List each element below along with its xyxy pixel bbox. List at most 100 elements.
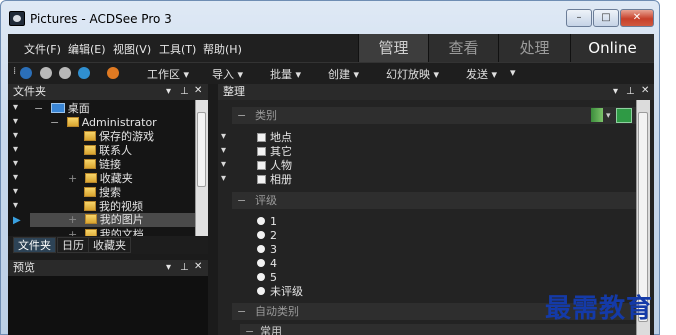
- pane-splitter[interactable]: [208, 84, 218, 335]
- back-icon[interactable]: [40, 67, 52, 79]
- watermark-text: 最需教育: [545, 294, 654, 324]
- up-icon[interactable]: [78, 67, 90, 79]
- radio-icon: [257, 231, 265, 239]
- tab-folders[interactable]: 文件夹: [13, 237, 56, 253]
- radio-icon: [257, 273, 265, 281]
- rating-1-radio[interactable]: 1: [257, 215, 277, 228]
- batch-menu[interactable]: 批量 ▾: [270, 66, 301, 82]
- folder-icon: [84, 159, 96, 169]
- pin-icon[interactable]: ▾: [221, 131, 226, 142]
- mode-process-tab[interactable]: 处理: [498, 34, 570, 62]
- send-menu[interactable]: 发送 ▾: [466, 66, 497, 82]
- collapse-icon: −: [245, 325, 255, 335]
- tree-item-desktop[interactable]: − 桌面: [34, 102, 90, 115]
- categories-section-header[interactable]: − 类别: [232, 107, 636, 124]
- slideshow-menu[interactable]: 幻灯放映 ▾: [386, 66, 439, 82]
- window-title: Pictures - ACDSee Pro 3: [30, 12, 172, 26]
- pin-icon[interactable]: ▾: [13, 172, 18, 183]
- tree-item-contacts[interactable]: 联系人: [84, 144, 132, 157]
- preview-pane-title: 预览: [13, 261, 35, 274]
- refresh-icon[interactable]: [107, 67, 119, 79]
- organize-pane-header: 整理: [218, 84, 654, 100]
- folder-icon: [84, 201, 96, 211]
- organize-pane-title: 整理: [223, 85, 245, 98]
- tree-item-videos[interactable]: 我的视频: [84, 200, 143, 213]
- tab-calendar[interactable]: 日历: [57, 237, 89, 253]
- minimize-button[interactable]: –: [566, 9, 592, 27]
- tree-item-documents[interactable]: + 我的文档: [68, 228, 144, 236]
- toolbar-overflow-button[interactable]: ▾: [510, 66, 516, 79]
- common-subsection-header[interactable]: − 常用: [240, 324, 636, 335]
- menu-view[interactable]: 视图(V): [113, 41, 151, 57]
- menu-edit[interactable]: 编辑(E): [68, 41, 106, 57]
- tree-item-favorites[interactable]: + 收藏夹: [68, 172, 133, 185]
- pin-icon[interactable]: ▾: [13, 158, 18, 169]
- mode-manage-tab[interactable]: 管理: [358, 34, 428, 62]
- add-category-icon[interactable]: [616, 108, 632, 123]
- radio-icon: [257, 259, 265, 267]
- import-menu[interactable]: 导入 ▾: [212, 66, 243, 82]
- folder-icon: [84, 145, 96, 155]
- folders-pane-title: 文件夹: [13, 85, 46, 98]
- chevron-down-icon[interactable]: ▾: [606, 111, 611, 121]
- rating-unrated-radio[interactable]: 未评级: [257, 285, 303, 298]
- tree-item-pictures[interactable]: + 我的图片: [30, 213, 195, 227]
- user-folder-icon: [66, 117, 79, 127]
- rating-2-radio[interactable]: 2: [257, 229, 277, 242]
- mode-view-tab[interactable]: 查看: [428, 34, 498, 62]
- menu-file[interactable]: 文件(F): [24, 41, 61, 57]
- close-button[interactable]: ✕: [620, 9, 654, 27]
- mode-online-tab[interactable]: Online: [570, 34, 654, 62]
- tree-item-links[interactable]: 链接: [84, 158, 121, 171]
- pin-icon[interactable]: ▾: [13, 116, 18, 127]
- pin-icon[interactable]: ▾: [221, 173, 226, 184]
- tree-item-search[interactable]: 搜索: [84, 186, 121, 199]
- checkbox-icon: [257, 147, 266, 156]
- rating-3-radio[interactable]: 3: [257, 243, 277, 256]
- collapse-icon: −: [237, 194, 247, 207]
- workspace-menu[interactable]: 工作区 ▾: [147, 66, 189, 82]
- pin-icon[interactable]: ▾: [13, 130, 18, 141]
- pin-icon[interactable]: ▾: [221, 159, 226, 170]
- pane-menu-icon[interactable]: ▾: [613, 86, 618, 97]
- forward-icon[interactable]: [59, 67, 71, 79]
- menu-tools[interactable]: 工具(T): [159, 41, 196, 57]
- desktop-icon: [50, 103, 65, 113]
- tab-favorites[interactable]: 收藏夹: [88, 237, 131, 253]
- category-location-checkbox[interactable]: 地点: [257, 131, 292, 144]
- create-menu[interactable]: 创建 ▾: [328, 66, 359, 82]
- category-people-checkbox[interactable]: 人物: [257, 159, 292, 172]
- pin-icon[interactable]: ▾: [13, 186, 18, 197]
- checkbox-icon: [257, 161, 266, 170]
- home-icon[interactable]: [20, 67, 32, 79]
- pin-icon[interactable]: ▾: [221, 145, 226, 156]
- pin-icon[interactable]: ▾: [13, 144, 18, 155]
- pane-menu-icon[interactable]: ▾: [166, 86, 171, 97]
- folder-icon: [84, 229, 97, 236]
- radio-icon: [257, 287, 265, 295]
- category-book-icon[interactable]: [591, 108, 603, 122]
- maximize-button[interactable]: □: [593, 9, 619, 27]
- tree-item-administrator[interactable]: − Administrator: [50, 116, 157, 129]
- close-pane-icon[interactable]: ✕: [194, 85, 202, 96]
- rating-4-radio[interactable]: 4: [257, 257, 277, 270]
- collapse-icon: −: [237, 305, 247, 318]
- scrollbar-thumb[interactable]: [197, 112, 206, 187]
- rating-5-radio[interactable]: 5: [257, 271, 277, 284]
- pin-icon[interactable]: ▾: [13, 102, 18, 113]
- pin-icon[interactable]: ⊥: [180, 86, 189, 97]
- rating-section-header[interactable]: − 评级: [232, 192, 636, 209]
- close-pane-icon[interactable]: ✕: [641, 85, 649, 96]
- close-pane-icon[interactable]: ✕: [194, 261, 202, 272]
- category-other-checkbox[interactable]: 其它: [257, 145, 292, 158]
- tree-item-saved-games[interactable]: 保存的游戏: [84, 130, 154, 143]
- pin-icon[interactable]: ▶: [13, 215, 21, 226]
- menu-help[interactable]: 帮助(H): [203, 41, 242, 57]
- pin-icon[interactable]: ⊥: [180, 262, 189, 273]
- folder-icon: [84, 214, 97, 224]
- pin-icon[interactable]: ⊥: [626, 86, 635, 97]
- checkbox-icon: [257, 175, 266, 184]
- category-album-checkbox[interactable]: 相册: [257, 173, 292, 186]
- pane-menu-icon[interactable]: ▾: [166, 262, 171, 273]
- pin-icon[interactable]: ▾: [13, 200, 18, 211]
